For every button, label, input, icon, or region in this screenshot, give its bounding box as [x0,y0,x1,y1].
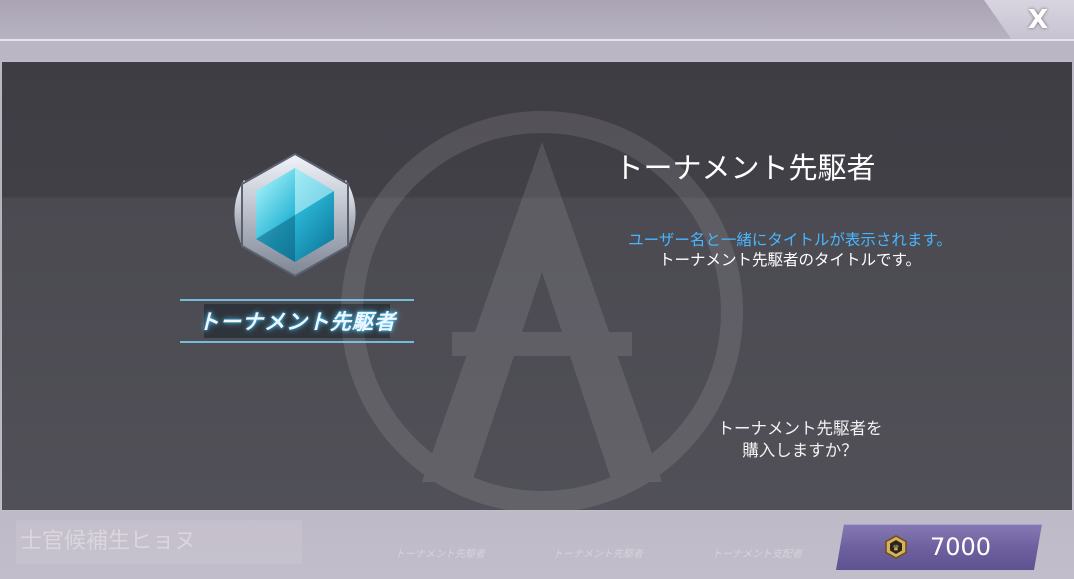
buy-button[interactable]: ♛ 7000 [836,524,1042,570]
title-badge: トーナメント先駆者 [174,296,420,346]
gold-coin-icon: ♛ [884,535,908,559]
background-title-tag: トーナメント先駆者 [553,549,643,560]
title-badge-text: トーナメント先駆者 [198,310,396,334]
close-button[interactable]: X [1022,4,1054,36]
purchase-question-line: トーナメント先駆者を [717,419,883,438]
top-bar [0,0,1074,40]
description-highlight: ユーザー名と一緒にタイトルが表示されます。 [628,231,952,249]
item-title: トーナメント先駆者 [614,151,876,185]
price-label: 7000 [930,533,992,561]
description-text: トーナメント先駆者のタイトルです。 [659,251,921,269]
purchase-question-line: 購入しますか？ [742,441,858,460]
diamond-medal-icon [234,152,356,278]
top-divider [0,39,1074,41]
svg-text:♛: ♛ [892,544,899,553]
background-title-tag: トーナメント支配者 [712,549,802,560]
background-player-name: 士官候補生ヒョヌ [16,520,302,564]
purchase-question: トーナメント先駆者を 購入しますか？ [680,418,920,462]
background-title-tag: トーナメント先駆者 [395,549,485,560]
